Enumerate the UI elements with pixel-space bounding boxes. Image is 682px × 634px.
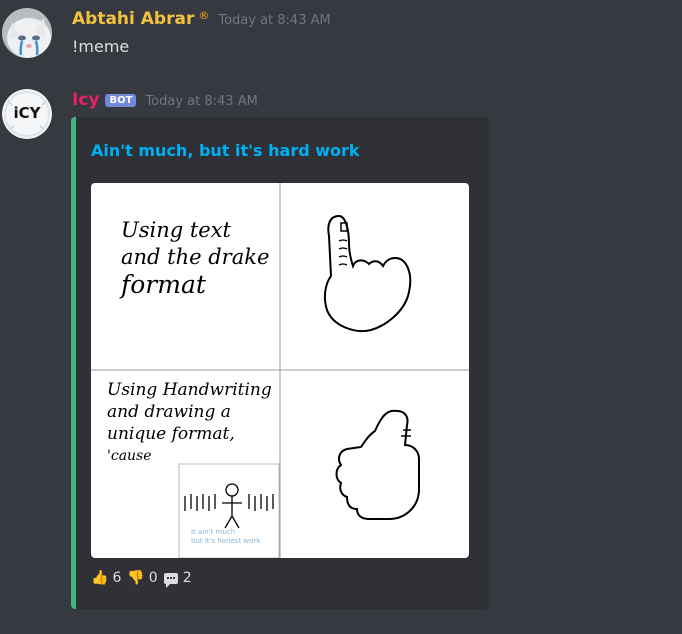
reaction-count: 6 (112, 570, 122, 586)
avatar-label: iCY (13, 104, 41, 122)
reaction-thumbs-down[interactable]: 👎 0 (127, 570, 157, 586)
embed-card: Ain't much, but it's hard work Using tex… (71, 117, 489, 609)
bottom-left-caption: Using Handwriting and drawing a unique f… (107, 380, 272, 464)
meme-image[interactable]: Using text and the drake format Using Ha… (91, 183, 469, 558)
message-text: !meme (72, 37, 130, 56)
reaction-count: 2 (182, 570, 192, 586)
message-header: Icy BOT Today at 8:43 AM (72, 90, 258, 110)
inset-caption: It ain't much but it's honest work (191, 528, 261, 545)
timestamp: Today at 8:43 AM (218, 13, 331, 28)
username-abtahi[interactable]: Abtahi Abrar (72, 9, 194, 29)
reactions-bar: 👍 6 👎 0 2 (91, 570, 198, 588)
message-header: Abtahi Abrar ® Today at 8:43 AM (72, 9, 331, 29)
reaction-count: 0 (148, 570, 158, 586)
reaction-thumbs-up[interactable]: 👍 6 (91, 570, 121, 586)
thumbs-down-icon: 👎 (127, 570, 145, 586)
speech-balloon-icon (163, 572, 178, 588)
top-left-caption: Using text and the drake format (121, 218, 270, 299)
avatar-abtahi[interactable] (2, 8, 52, 58)
reaction-speech-balloon[interactable]: 2 (163, 570, 192, 588)
embed-title-link[interactable]: Ain't much, but it's hard work (91, 141, 360, 160)
cat-avatar-image (2, 8, 52, 58)
timestamp: Today at 8:43 AM (145, 94, 258, 109)
avatar-icy[interactable]: iCY (2, 89, 52, 139)
thumbs-up-icon: 👍 (91, 570, 109, 586)
bot-tag: BOT (105, 94, 137, 107)
username-icy[interactable]: Icy (72, 90, 99, 110)
registered-badge-icon: ® (198, 9, 210, 22)
